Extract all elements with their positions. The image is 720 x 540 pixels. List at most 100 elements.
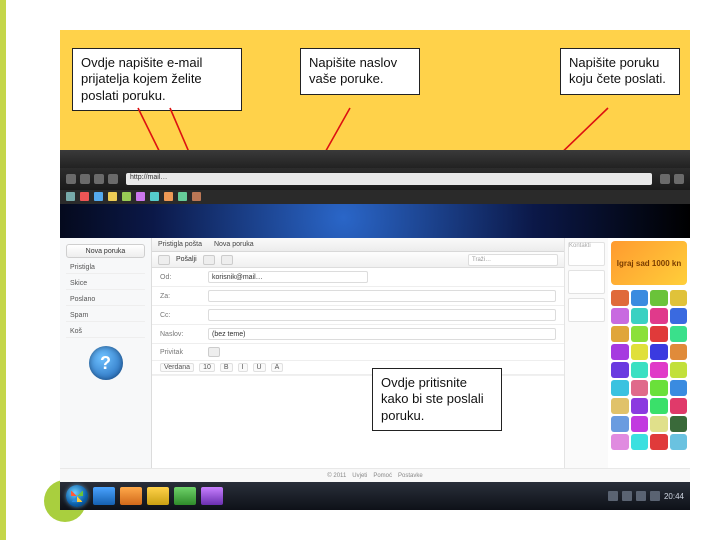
search-input[interactable]: Traži… [468,254,558,266]
message-body[interactable] [152,375,564,482]
ad-tile[interactable] [650,362,668,378]
ad-tile[interactable] [611,380,629,396]
contacts-box[interactable] [568,270,605,294]
taskbar-app[interactable] [174,487,196,505]
ad-tile[interactable] [670,416,688,432]
ad-tile[interactable] [631,344,649,360]
ad-tile[interactable] [670,380,688,396]
forward-icon[interactable] [80,174,90,184]
bookmark-item[interactable] [80,192,89,201]
sidebar-item-spam[interactable]: Spam [66,310,145,322]
ad-tile[interactable] [670,344,688,360]
ad-tile[interactable] [611,398,629,414]
contacts-box[interactable] [568,298,605,322]
ad-tile[interactable] [611,290,629,306]
bookmark-item[interactable] [150,192,159,201]
subject-row: Naslov: (bez teme) [152,325,564,344]
footer-link[interactable]: Pomoć [373,473,392,479]
ad-tile[interactable] [631,290,649,306]
format-toolbar: Verdana 10 B I U A [152,361,564,375]
send-label: Pošalji [176,256,197,263]
ad-tile[interactable] [650,380,668,396]
sidebar-item-trash[interactable]: Koš [66,326,145,338]
font-select[interactable]: Verdana [160,363,194,372]
compose-button[interactable]: Nova poruka [66,244,145,258]
tab-compose[interactable]: Nova poruka [214,241,254,248]
home-icon[interactable] [108,174,118,184]
bookmark-item[interactable] [108,192,117,201]
bookmark-item[interactable] [178,192,187,201]
ad-tile[interactable] [631,326,649,342]
menu-icon[interactable] [674,174,684,184]
ad-tile[interactable] [670,362,688,378]
back-icon[interactable] [66,174,76,184]
ad-tile[interactable] [670,308,688,324]
ad-tile[interactable] [631,398,649,414]
ad-tile[interactable] [670,434,688,450]
cc-field[interactable] [208,309,556,321]
underline-button[interactable]: U [253,363,266,372]
subject-field[interactable]: (bez teme) [208,328,556,340]
cancel-button[interactable] [221,255,233,265]
save-button[interactable] [203,255,215,265]
ad-tile[interactable] [611,326,629,342]
ad-tile[interactable] [611,416,629,432]
ad-tile[interactable] [631,416,649,432]
color-button[interactable]: A [271,363,284,372]
footer-link[interactable]: Uvjeti [352,473,367,479]
sidebar-item-inbox[interactable]: Pristigla [66,262,145,274]
ad-tile[interactable] [650,290,668,306]
taskbar-app[interactable] [93,487,115,505]
italic-button[interactable]: I [238,363,248,372]
ad-tile[interactable] [650,344,668,360]
content-panel: Ovdje napišite e-mail prijatelja kojem ž… [60,30,690,510]
bookmark-icon[interactable] [660,174,670,184]
ad-tile[interactable] [650,398,668,414]
ad-tile[interactable] [611,344,629,360]
ad-tile[interactable] [670,398,688,414]
network-icon[interactable] [636,491,646,501]
ad-tile[interactable] [650,434,668,450]
from-field[interactable]: korisnik@mail… [208,271,368,283]
bookmark-item[interactable] [122,192,131,201]
send-button[interactable] [158,255,170,265]
taskbar-app[interactable] [120,487,142,505]
ad-tile[interactable] [670,290,688,306]
tray-icon[interactable] [608,491,618,501]
sidebar-item-sent[interactable]: Poslano [66,294,145,306]
ad-tile[interactable] [611,308,629,324]
start-button[interactable] [66,485,88,507]
tray-icon[interactable] [622,491,632,501]
ad-tile[interactable] [670,326,688,342]
bookmark-item[interactable] [66,192,75,201]
help-icon[interactable]: ? [89,346,123,380]
ad-tile[interactable] [631,434,649,450]
ad-tile[interactable] [650,416,668,432]
reload-icon[interactable] [94,174,104,184]
ad-tile[interactable] [611,434,629,450]
size-select[interactable]: 10 [199,363,215,372]
volume-icon[interactable] [650,491,660,501]
ad-banner[interactable]: Igraj sad 1000 kn [611,241,687,285]
bookmark-item[interactable] [94,192,103,201]
ad-grid [611,290,687,479]
footer-link[interactable]: Postavke [398,473,423,479]
ads-column: Igraj sad 1000 kn [608,238,690,482]
ad-tile[interactable] [650,308,668,324]
bookmark-item[interactable] [136,192,145,201]
bookmark-item[interactable] [164,192,173,201]
ad-tile[interactable] [631,380,649,396]
ad-tile[interactable] [650,326,668,342]
ad-tile[interactable] [611,362,629,378]
taskbar-app[interactable] [147,487,169,505]
attach-button[interactable] [208,347,220,357]
url-input[interactable]: http://mail… [126,173,652,185]
tab-inbox[interactable]: Pristigla pošta [158,241,202,248]
ad-tile[interactable] [631,362,649,378]
bookmark-item[interactable] [192,192,201,201]
sidebar-item-drafts[interactable]: Skice [66,278,145,290]
taskbar-app[interactable] [201,487,223,505]
to-field[interactable] [208,290,556,302]
bold-button[interactable]: B [220,363,233,372]
ad-tile[interactable] [631,308,649,324]
